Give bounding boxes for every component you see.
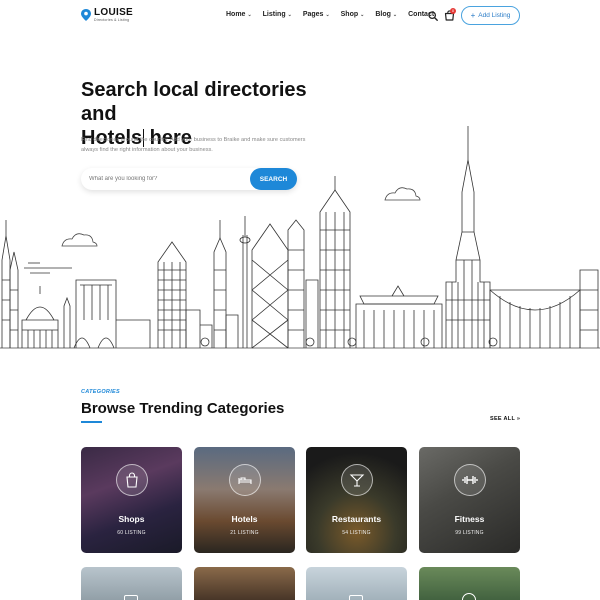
- category-count: 54 LISTING: [342, 530, 371, 536]
- chevron-down-icon: ⌄: [360, 11, 365, 18]
- category-count: 99 LISTING: [455, 530, 484, 536]
- brand-tagline: Directories & Listing: [94, 18, 130, 22]
- categories-title: Browse Trending Categories: [81, 400, 285, 417]
- category-card-hotels[interactable]: Hotels 21 LISTING: [194, 447, 295, 553]
- double-chevron-right-icon: »: [516, 416, 521, 422]
- nav-label: Listing: [262, 11, 286, 18]
- brand-name: LOUISE: [94, 7, 134, 18]
- chevron-down-icon: ⌄: [325, 11, 330, 18]
- nav-item-listing[interactable]: Listing ⌄: [263, 11, 292, 18]
- nav-item-shop[interactable]: Shop ⌄: [341, 11, 365, 18]
- main-nav: Home ⌄ Listing ⌄ Pages ⌄ Shop ⌄ Blog ⌄ Contac…: [226, 11, 434, 18]
- plus-icon: +: [470, 11, 476, 20]
- nav-item-pages[interactable]: Pages ⌄: [303, 11, 330, 18]
- hero-title-line1: Search local directories and: [81, 79, 307, 125]
- category-name: Restaurants: [331, 514, 382, 524]
- calendar-icon: [124, 595, 138, 600]
- categories-kicker: CATEGORIES: [81, 389, 120, 395]
- category-count: 21 LISTING: [230, 530, 259, 536]
- cart-count-badge: 0: [450, 8, 456, 14]
- see-all-link[interactable]: SEE ALL »: [490, 416, 520, 422]
- category-card-partial[interactable]: [419, 567, 520, 600]
- nav-label: Home: [226, 11, 246, 18]
- nav-item-home[interactable]: Home ⌄: [226, 11, 252, 18]
- see-all-label: SEE ALL: [490, 416, 516, 422]
- category-icon-ring: [116, 464, 148, 496]
- gear-icon: [462, 593, 476, 600]
- category-card-partial[interactable]: [306, 567, 407, 600]
- category-card-shops[interactable]: Shops 60 LISTING: [81, 447, 182, 553]
- category-card-fitness[interactable]: Fitness 99 LISTING: [419, 447, 520, 553]
- category-icon-ring: [454, 464, 486, 496]
- category-name: Fitness: [454, 514, 485, 524]
- category-card-partial[interactable]: [81, 567, 182, 600]
- site-header: LOUISE Directories & Listing Home ⌄ Listi…: [0, 0, 600, 32]
- nav-label: Pages: [302, 11, 324, 18]
- category-card-partial[interactable]: [194, 567, 295, 600]
- nav-item-blog[interactable]: Blog ⌄: [375, 11, 397, 18]
- category-icon-ring: [229, 464, 261, 496]
- bed-icon: [238, 477, 252, 484]
- shopping-bag-icon: [126, 472, 138, 488]
- cocktail-icon: [349, 474, 365, 487]
- add-listing-button[interactable]: + Add Listing: [461, 6, 520, 25]
- category-count: 60 LISTING: [117, 530, 146, 536]
- title-underline: [81, 421, 102, 423]
- category-name: Shops: [118, 514, 145, 524]
- category-icon-ring: [341, 464, 373, 496]
- map-pin-icon: [81, 9, 91, 21]
- chevron-down-icon: ⌄: [392, 11, 398, 18]
- nav-label: Shop: [340, 11, 359, 18]
- nav-label: Blog: [375, 11, 391, 18]
- city-skyline-illustration: [0, 126, 600, 349]
- add-listing-label: Add Listing: [478, 12, 511, 19]
- brand-logo[interactable]: LOUISE Directories & Listing: [81, 8, 133, 23]
- search-icon[interactable]: [428, 11, 438, 21]
- image-icon: [349, 595, 363, 600]
- category-name: Hotels: [231, 514, 258, 524]
- category-card-restaurants[interactable]: Restaurants 54 LISTING: [306, 447, 407, 553]
- dumbbell-icon: [462, 476, 478, 484]
- chevron-down-icon: ⌄: [287, 11, 292, 18]
- chevron-down-icon: ⌄: [247, 11, 252, 18]
